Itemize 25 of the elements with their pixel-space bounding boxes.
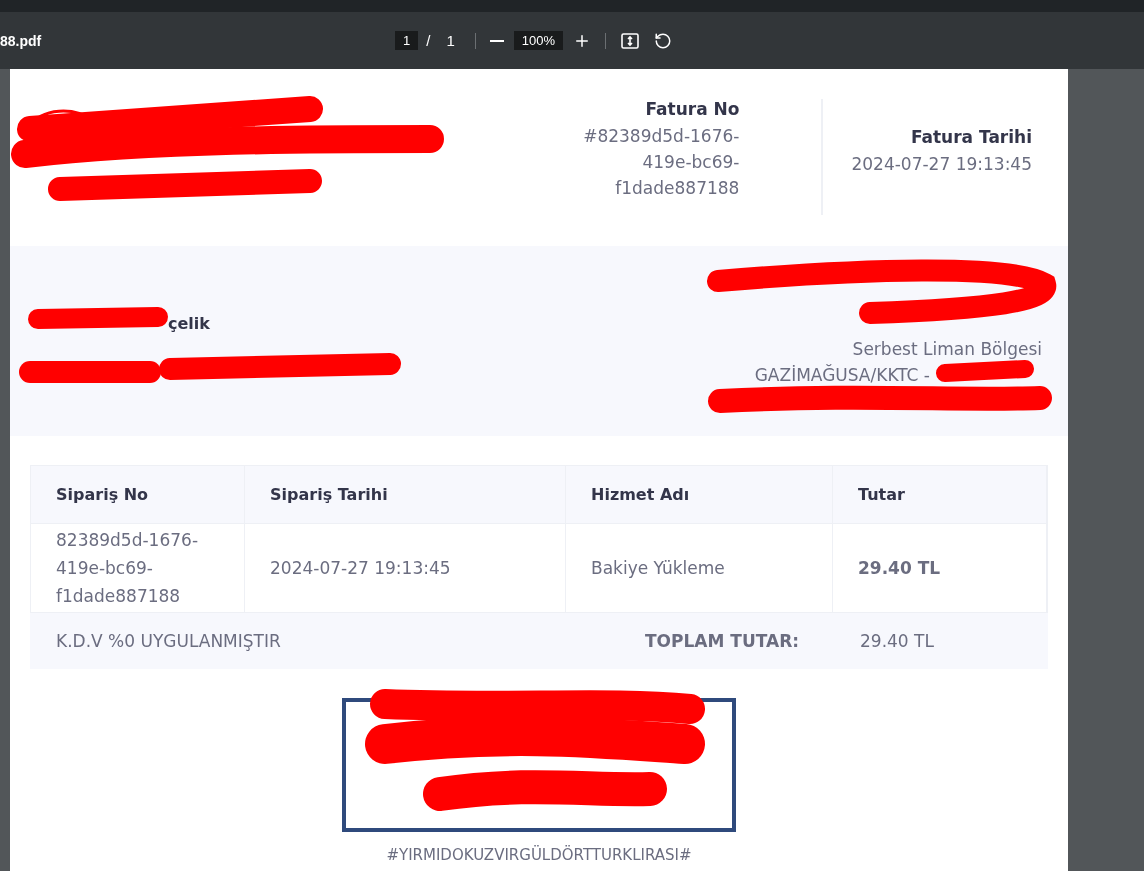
customer-name: çelik	[168, 314, 210, 333]
seller-address-line: Serbest Liman Bölgesi	[852, 338, 1042, 361]
invoice-number: #82389d5d-1676-419e-bc69-f1dade887188	[582, 125, 740, 200]
table-cell: 82389d5d-1676-419e-bc69-f1dade887188	[31, 523, 245, 612]
page-count: 1	[446, 32, 455, 49]
minus-icon	[489, 39, 504, 42]
column-header: Hizmet Adı	[566, 466, 833, 523]
seller-address-line: GAZİMAĞUSA/KKTC -	[754, 363, 930, 387]
zoom-field[interactable]: 100%	[513, 31, 563, 50]
column-header: Tutar	[833, 466, 1047, 523]
invoice-number-label: Fatura No	[644, 99, 740, 119]
tax-note: K.D.V %0 UYGULANMIŞTIR	[56, 631, 282, 651]
invoice-date-label: Fatura Tarihi	[909, 127, 1032, 147]
column-header: Sipariş Tarihi	[245, 466, 566, 523]
table-cell: Bakiye Yükleme	[566, 523, 833, 612]
table-cell: 2024-07-27 19:13:45	[245, 523, 566, 612]
table-cell: 29.40 TL	[833, 523, 1047, 612]
total-label: TOPLAM TUTAR:	[645, 631, 801, 651]
file-name: 88.pdf	[0, 32, 43, 49]
amount-in-words: #YIRMIDOKUZVIRGÜLDÖRTTURKLIRASI#	[385, 846, 693, 864]
page-separator: /	[426, 32, 431, 49]
page-number-field[interactable]: 1	[395, 31, 419, 50]
invoice-date: 2024-07-27 19:13:45	[851, 153, 1032, 176]
total-amount: 29.40 TL	[860, 631, 935, 651]
column-header: Sipariş No	[31, 466, 245, 523]
